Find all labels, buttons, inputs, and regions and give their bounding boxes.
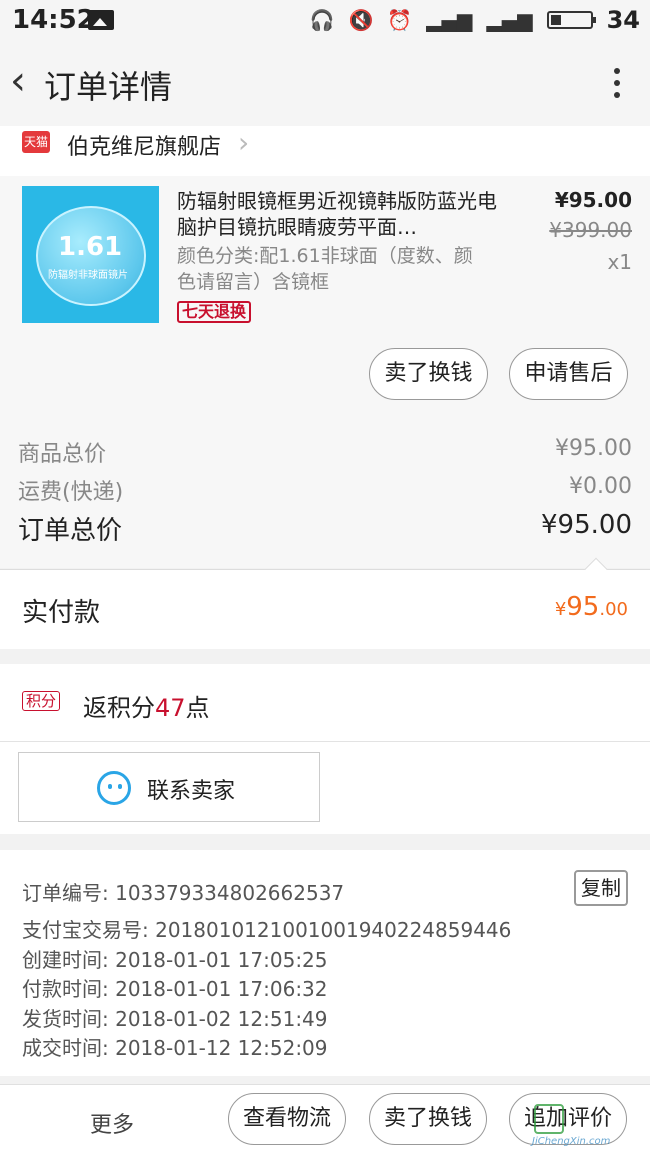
product-title[interactable]: 防辐射眼镜框男近视镜韩版防蓝光电脑护目镜抗眼睛疲劳平面… (177, 188, 497, 240)
return-policy-tag: 七天退换 (177, 301, 252, 323)
more-button[interactable]: 更多 (90, 1107, 134, 1139)
completed-time: 成交时间: 2018-01-12 12:52:09 (22, 1036, 328, 1060)
shipping-row: 运费(快递) ¥0.00 (18, 474, 632, 506)
sell-for-cash-button[interactable]: 卖了换钱 (369, 348, 488, 400)
product-sku: 颜色分类:配1.61非球面（度数、颜色请留言）含镜框 (177, 245, 473, 293)
shipping-value: ¥0.00 (569, 474, 632, 499)
product-price: ¥95.00 (554, 188, 632, 212)
page-title: 订单详情 (44, 68, 173, 106)
battery-level: 34 (606, 6, 640, 34)
shipped-time: 发货时间: 2018-01-02 12:51:49 (22, 1007, 328, 1031)
contact-section: 联系卖家 (0, 742, 650, 834)
goods-total-value: ¥95.00 (555, 436, 632, 461)
points-row: 积分 返积分47点 (0, 664, 650, 742)
chat-icon (97, 771, 131, 805)
site-watermark: JiChengXin.com (532, 1100, 642, 1150)
points-text: 返积分47点 (83, 688, 210, 723)
product-card: 1.61 防辐射非球面镜片 防辐射眼镜框男近视镜韩版防蓝光电脑护目镜抗眼睛疲劳平… (0, 176, 650, 412)
order-total-label: 订单总价 (18, 516, 123, 546)
paid-label: 实付款 (22, 598, 101, 628)
image-icon (88, 10, 114, 30)
status-bar: 14:52 🎧 🔇 ⏰ ▂▄▆ ▂▄▆ 34 (0, 0, 650, 40)
points-badge: 积分 (22, 691, 61, 711)
copy-button[interactable]: 复制 (574, 870, 628, 906)
signal-icon: ▂▄▆ (426, 8, 473, 32)
product-quantity: x1 (607, 250, 632, 274)
order-number: 订单编号: 103379334802662537 (22, 881, 345, 905)
price-summary: 商品总价 ¥95.00 运费(快递) ¥0.00 订单总价 ¥95.00 (0, 412, 650, 568)
mute-icon: 🔇 (348, 8, 374, 32)
battery-icon (546, 11, 596, 29)
points-suffix: 点 (185, 694, 210, 722)
sell-for-cash-bottom-button[interactable]: 卖了换钱 (369, 1093, 487, 1145)
paid-amount-dec: .00 (599, 599, 628, 620)
order-info: 订单编号: 103379334802662537 复制 支付宝交易号: 2018… (0, 850, 650, 1076)
order-total-row: 订单总价 ¥95.00 (18, 510, 632, 547)
alipay-trade-number: 支付宝交易号: 2018010121001001940224859446 (22, 918, 512, 942)
headset-icon: 🎧 (309, 8, 335, 32)
store-name[interactable]: 伯克维尼旗舰店 (67, 129, 221, 161)
points-value: 47 (155, 694, 186, 722)
more-vertical-icon[interactable] (614, 68, 620, 102)
goods-total-row: 商品总价 ¥95.00 (18, 436, 632, 468)
paid-currency: ¥ (554, 599, 567, 620)
goods-total-label: 商品总价 (18, 442, 107, 467)
contact-seller-label: 联系卖家 (147, 779, 236, 804)
product-original-price: ¥399.00 (549, 218, 632, 242)
order-total-value: ¥95.00 (541, 510, 632, 540)
store-row[interactable]: 天猫 伯克维尼旗舰店 › (0, 126, 650, 176)
shipping-label: 运费(快递) (18, 480, 124, 505)
watermark-text: JiChengXin.com (532, 1136, 611, 1147)
created-time: 创建时间: 2018-01-01 17:05:25 (22, 948, 328, 972)
apply-after-sales-button[interactable]: 申请售后 (509, 348, 628, 400)
paid-amount-int: 95 (566, 592, 600, 622)
lens-image: 1.61 防辐射非球面镜片 (36, 206, 146, 306)
points-prefix: 返积分 (83, 694, 155, 722)
view-logistics-button[interactable]: 查看物流 (228, 1093, 346, 1145)
status-icons: 🎧 🔇 ⏰ ▂▄▆ ▂▄▆ 34 (310, 4, 640, 36)
chevron-left-icon[interactable]: ‹ (10, 61, 40, 102)
tmall-badge: 天猫 (22, 131, 50, 153)
nav-bar: ‹ 订单详情 (0, 40, 650, 126)
paid-amount: ¥95.00 (555, 592, 628, 622)
contact-seller-button[interactable]: 联系卖家 (18, 752, 320, 822)
paid-time: 付款时间: 2018-01-01 17:06:32 (22, 977, 328, 1001)
chevron-right-icon: › (238, 126, 250, 159)
status-time: 14:52 (12, 5, 95, 35)
lens-number: 1.61 (58, 232, 123, 262)
lens-label: 防辐射非球面镜片 (48, 270, 128, 281)
watermark-logo (534, 1104, 564, 1134)
product-thumbnail[interactable]: 1.61 防辐射非球面镜片 (22, 186, 159, 323)
4g-signal-icon: ▂▄▆ (486, 8, 533, 32)
alarm-icon: ⏰ (387, 8, 413, 32)
paid-row: 实付款 ¥95.00 (0, 557, 650, 649)
